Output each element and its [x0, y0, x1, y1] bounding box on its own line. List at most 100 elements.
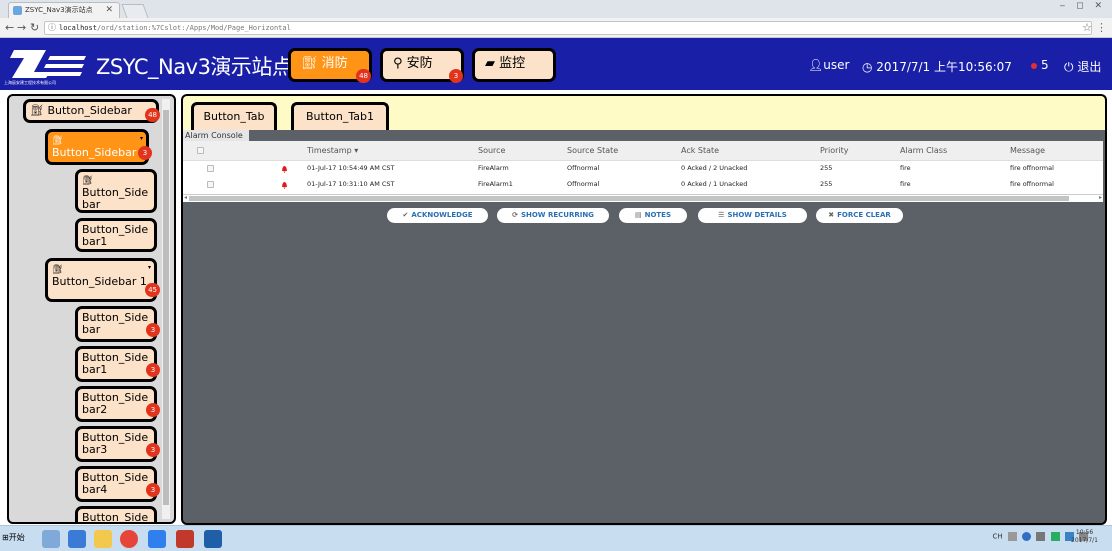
close-tab-icon[interactable]: ✕: [105, 3, 113, 17]
url-input[interactable]: ⓘ localhost/ord/station:%7Cslot:/Apps/Mo…: [44, 21, 1092, 35]
tab-button-tab[interactable]: Button_Tab: [191, 102, 277, 132]
col-priority[interactable]: Priority: [820, 146, 848, 155]
browser-tab[interactable]: ZSYC_Nav3演示站点 ✕: [8, 2, 120, 18]
back-icon[interactable]: ←: [5, 21, 14, 34]
notes-icon: ▤: [634, 211, 642, 219]
row-checkbox[interactable]: [207, 181, 214, 188]
col-ack-state[interactable]: Ack State: [681, 146, 719, 155]
sidebar-badge: 3: [146, 363, 160, 377]
show-recurring-button[interactable]: ⟳ SHOW RECURRING: [497, 208, 609, 223]
nav-label-fire: 消防: [321, 56, 348, 71]
bookmark-star-icon[interactable]: ☆: [1082, 21, 1092, 34]
sidebar-item-0[interactable]: ⛽︎ Button_Sidebar 48: [23, 99, 160, 123]
select-all-checkbox[interactable]: [197, 147, 204, 154]
start-button[interactable]: ⊞开始: [2, 532, 25, 543]
details-icon: ☰: [718, 211, 725, 219]
workbench-app-icon[interactable]: [176, 530, 194, 548]
new-tab-button[interactable]: [121, 4, 149, 18]
show-details-button[interactable]: ☰ SHOW DETAILS: [698, 208, 807, 223]
table-h-scrollbar[interactable]: ◂ ▸: [183, 194, 1103, 202]
forward-icon[interactable]: →: [17, 21, 26, 34]
sidebar-item-label: Button_Side bar3: [82, 431, 149, 456]
sidebar-item-5[interactable]: Button_Side bar 3: [75, 306, 160, 342]
fire-hydrant-icon: ⛽︎: [301, 56, 322, 71]
sidebar-item-2[interactable]: ⛽︎ Button_Side bar: [75, 169, 157, 213]
app-tray-icon[interactable]: [1050, 532, 1060, 541]
ime-indicator[interactable]: CH: [992, 533, 1002, 541]
table-row[interactable]: 01-Jul-17 10:54:49 AM CST FireAlarm Offn…: [183, 163, 1103, 175]
force-clear-icon: ✖: [828, 211, 835, 219]
bell-icon: [282, 166, 287, 173]
url-host: localhost: [59, 24, 97, 32]
cctv-camera-icon: ▰: [485, 56, 500, 71]
datetime-display: ◷ 2017/7/1 上午10:56:07: [862, 58, 1012, 75]
file-explorer-icon[interactable]: [94, 530, 112, 548]
sidebar-item-3[interactable]: Button_Side bar1: [75, 218, 157, 252]
scroll-right-icon[interactable]: ▸: [1099, 194, 1102, 201]
clock-icon: ◷: [862, 60, 877, 74]
col-alarm-class[interactable]: Alarm Class: [900, 146, 947, 155]
browser-tabstrip: ZSYC_Nav3演示站点 ✕ ‒ ◻ ✕: [0, 0, 1112, 18]
user-menu[interactable]: 👤︎user: [808, 58, 849, 72]
nav-button-security[interactable]: ⚲ 安防 3: [380, 48, 464, 83]
person-walking-icon: ⚲: [393, 56, 407, 71]
cell-source-state: Offnormal: [567, 180, 600, 188]
network-app-icon[interactable]: [42, 530, 60, 548]
reload-icon[interactable]: ↻: [30, 21, 39, 34]
tab-button-tab1[interactable]: Button_Tab1: [291, 102, 389, 132]
nav-button-fire[interactable]: ⛽︎ 消防 48: [288, 48, 372, 83]
sidebar-item-1[interactable]: ⛽︎ Button_Sidebar ▾ 3: [45, 129, 152, 165]
sidebar-item-6[interactable]: Button_Side bar1 3: [75, 346, 160, 382]
alarm-counter[interactable]: 5: [1031, 58, 1049, 72]
caret-icon: ▾: [139, 135, 143, 142]
sidebar-badge: 3: [138, 146, 152, 160]
cell-alarm-class: fire: [900, 180, 911, 188]
scroll-left-icon[interactable]: ◂: [184, 194, 187, 201]
mic-icon[interactable]: [1036, 532, 1046, 541]
recurring-icon: ⟳: [512, 211, 518, 219]
sidebar-badge: 3: [146, 523, 160, 524]
col-message[interactable]: Message: [1010, 146, 1045, 155]
sidebar-item-4[interactable]: ⛽︎ Button_Sidebar 1 ▾ 45: [45, 258, 160, 302]
col-source-state[interactable]: Source State: [567, 146, 618, 155]
col-source[interactable]: Source: [478, 146, 505, 155]
sidebar-scroll-thumb[interactable]: [163, 110, 169, 505]
acknowledge-icon: ✔: [402, 211, 409, 219]
keyboard-icon[interactable]: [1007, 532, 1017, 541]
window-controls[interactable]: ‒ ◻ ✕: [1060, 1, 1106, 11]
menu-kebab-icon[interactable]: ⋮: [1096, 21, 1107, 34]
nav-label-security: 安防: [406, 56, 433, 71]
notes-button[interactable]: ▤ NOTES: [619, 208, 687, 223]
sidebar-item-label: Button_Side bar: [82, 311, 149, 336]
col-timestamp[interactable]: Timestamp ▾: [307, 146, 358, 155]
acknowledge-button[interactable]: ✔ ACKNOWLEDGE: [387, 208, 488, 223]
sidebar-item-10[interactable]: Button_Side bar5 3: [75, 506, 160, 524]
table-row[interactable]: 01-Jul-17 10:31:10 AM CST FireAlarm1 Off…: [183, 179, 1103, 191]
app-header: 上海辰安建工程技术有限公司 ZSYC_Nav3演示站点 ⛽︎ 消防 48 ⚲ 安…: [0, 38, 1112, 90]
browser-tab-title: ZSYC_Nav3演示站点: [25, 6, 93, 14]
h-scroll-thumb[interactable]: [189, 196, 1069, 201]
logout-button[interactable]: ⏻ 退出: [1064, 58, 1101, 75]
badge-fire: 48: [356, 69, 371, 83]
force-clear-button[interactable]: ✖ FORCE CLEAR: [816, 208, 903, 223]
chrome-icon[interactable]: [120, 530, 138, 548]
row-checkbox[interactable]: [207, 165, 214, 172]
cell-source: FireAlarm1: [478, 180, 513, 188]
force-clear-label: FORCE CLEAR: [837, 211, 891, 219]
taskbar-clock[interactable]: 10:56 2017/7/1: [1071, 529, 1098, 545]
ie-browser-icon[interactable]: [68, 530, 86, 548]
window-app-icon[interactable]: [204, 530, 222, 548]
windows-logo-icon: ⊞: [2, 533, 9, 542]
sidebar-item-label: Button_Sidebar 1: [52, 275, 147, 288]
sidebar-item-7[interactable]: Button_Side bar2 3: [75, 386, 160, 422]
remote-desktop-icon[interactable]: [148, 530, 166, 548]
sidebar-item-label: Button_Side bar1: [82, 223, 149, 248]
nav-button-monitor[interactable]: ▰ 监控: [472, 48, 556, 82]
help-icon[interactable]: [1022, 532, 1032, 541]
cell-source: FireAlarm: [478, 164, 509, 172]
app-title: ZSYC_Nav3演示站点: [96, 55, 293, 79]
info-icon[interactable]: ⓘ: [48, 22, 56, 34]
fire-hydrant-icon: ⛽︎: [30, 104, 48, 117]
sidebar-item-8[interactable]: Button_Side bar3 3: [75, 426, 160, 462]
sidebar-item-9[interactable]: Button_Side bar4 3: [75, 466, 160, 502]
